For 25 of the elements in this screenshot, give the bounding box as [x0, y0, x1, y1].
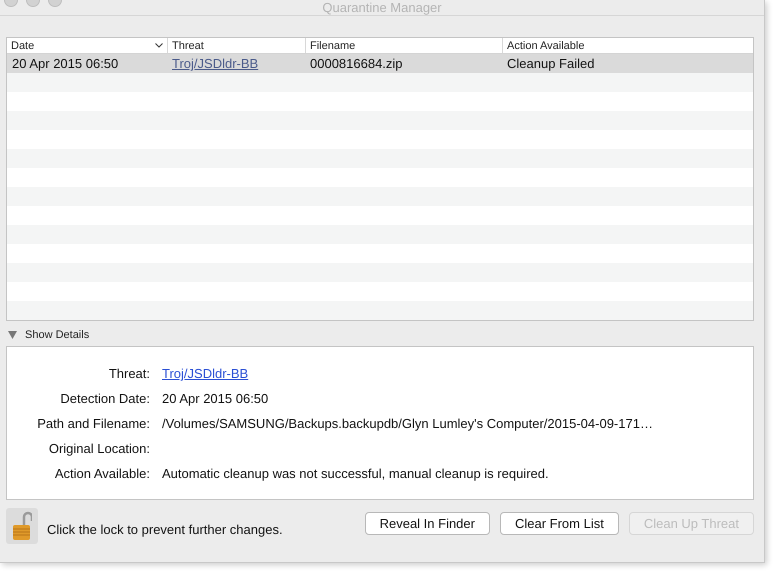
action-button[interactable]: Reveal In Finder	[364, 512, 490, 534]
field-label: Detection Date:	[59, 390, 150, 408]
show-details-toggle[interactable]: Show Details	[8, 329, 90, 341]
threat-link[interactable]: Troj/JSDldr-BB	[162, 361, 248, 386]
lock-hint: Click the lock to prevent further changes.	[47, 522, 284, 536]
field-label: Path and Filename:	[36, 415, 150, 433]
window-title: Quarantine Manager	[321, 1, 443, 15]
column-header[interactable]: Filename	[305, 38, 502, 53]
field-value: 20 Apr 2015 06:50	[162, 390, 270, 408]
table-cell-text: 20 Apr 2015 06:50	[11, 55, 120, 73]
lock-button[interactable]	[6, 508, 38, 544]
open-lock-icon[interactable]	[12, 511, 32, 541]
table-row[interactable]: 20 Apr 2015 06:50 Troj/JSDldr-BB 0000816684.zip Cleanup Failed	[7, 54, 753, 73]
field-value: /Volumes/SAMSUNG/Backups.backupdb/Glyn Lumley's Computer/2015-04-09-171…	[162, 415, 654, 433]
field-label: Threat:	[108, 365, 150, 383]
field-label: Original Location:	[48, 440, 150, 458]
field-label: Action Available:	[54, 465, 150, 483]
column-header[interactable]: Date	[7, 38, 167, 53]
field-value: Automatic cleanup was not successful, manual cleanup is required.	[162, 465, 550, 483]
column-header[interactable]: Threat	[167, 38, 305, 53]
table-cell-text: 0000816684.zip	[309, 55, 404, 73]
column-header[interactable]: Action Available	[502, 38, 753, 53]
action-button[interactable]: Clear From List	[500, 512, 619, 534]
threat-link[interactable]: Troj/JSDldr-BB	[167, 54, 305, 73]
table-cell-text: Cleanup Failed	[506, 55, 596, 73]
